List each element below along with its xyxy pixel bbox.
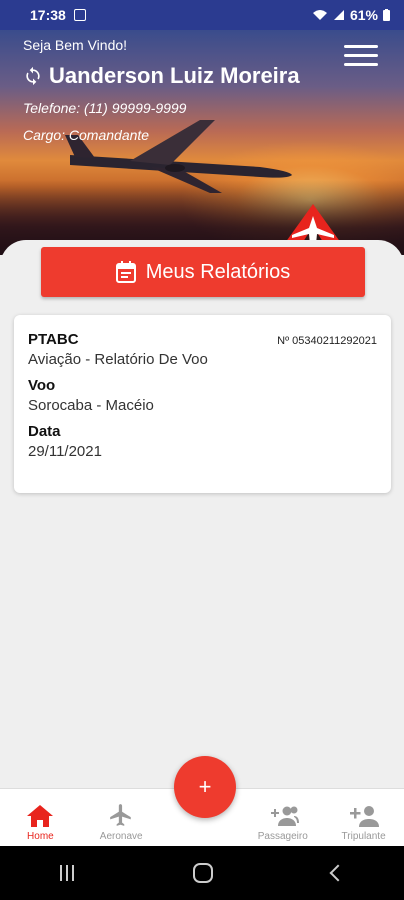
back-icon[interactable] xyxy=(329,864,347,882)
report-number: Nº 05340211292021 xyxy=(277,335,377,347)
nav-home[interactable]: Home xyxy=(0,789,81,846)
add-icon: + xyxy=(198,774,212,799)
person-add-icon xyxy=(349,806,379,827)
airplane-icon xyxy=(110,804,131,826)
wifi-icon xyxy=(312,10,327,20)
aircraft-registration: PTABC xyxy=(28,331,79,348)
hamburger-menu-icon[interactable] xyxy=(344,45,378,67)
my-reports-button[interactable]: Meus Relatórios xyxy=(41,247,365,297)
battery-icon xyxy=(383,9,390,21)
gallery-notification-icon xyxy=(73,9,86,21)
user-role: Cargo: Comandante xyxy=(23,127,150,143)
date-value: 29/11/2021 xyxy=(28,443,102,460)
calendar-icon xyxy=(115,261,136,283)
group-add-icon xyxy=(270,806,299,826)
battery-percent: 61% xyxy=(349,7,378,23)
nav-aircraft-label: Aeronave xyxy=(99,831,143,842)
status-right: 61% xyxy=(312,7,390,23)
nav-passenger-label: Passageiro xyxy=(257,831,308,842)
airplane-image xyxy=(65,120,292,193)
flight-label: Voo xyxy=(28,377,56,394)
status-time: 17:38 xyxy=(30,7,66,23)
nav-home-label: Home xyxy=(27,831,54,842)
nav-aircraft[interactable]: Aeronave xyxy=(81,789,162,846)
user-name: Uanderson Luiz Moreira xyxy=(49,63,300,88)
sync-icon[interactable] xyxy=(23,66,43,86)
my-reports-label: Meus Relatórios xyxy=(145,260,291,283)
signal-icon xyxy=(333,10,344,20)
report-card[interactable]: PTABC Nº 05340211292021 Aviação - Relató… xyxy=(14,315,391,493)
home-icon xyxy=(27,805,54,827)
nav-crew[interactable]: Tripulante xyxy=(323,789,404,846)
report-type: Aviação - Relatório De Voo xyxy=(28,351,208,368)
add-report-fab[interactable]: + xyxy=(174,756,236,818)
greeting-text: Seja Bem Vindo! xyxy=(23,37,128,53)
android-nav-bar xyxy=(0,846,404,900)
user-name-row: Uanderson Luiz Moreira xyxy=(23,63,300,89)
recents-icon[interactable] xyxy=(59,865,74,881)
date-label: Data xyxy=(28,423,61,440)
status-bar: 17:38 61% xyxy=(0,0,404,30)
nav-passenger[interactable]: Passageiro xyxy=(242,789,323,846)
nav-crew-label: Tripulante xyxy=(341,831,386,842)
user-phone: Telefone: (11) 99999-9999 xyxy=(23,100,187,116)
system-home-icon[interactable] xyxy=(192,863,213,883)
flight-route: Sorocaba - Macéio xyxy=(28,397,154,414)
